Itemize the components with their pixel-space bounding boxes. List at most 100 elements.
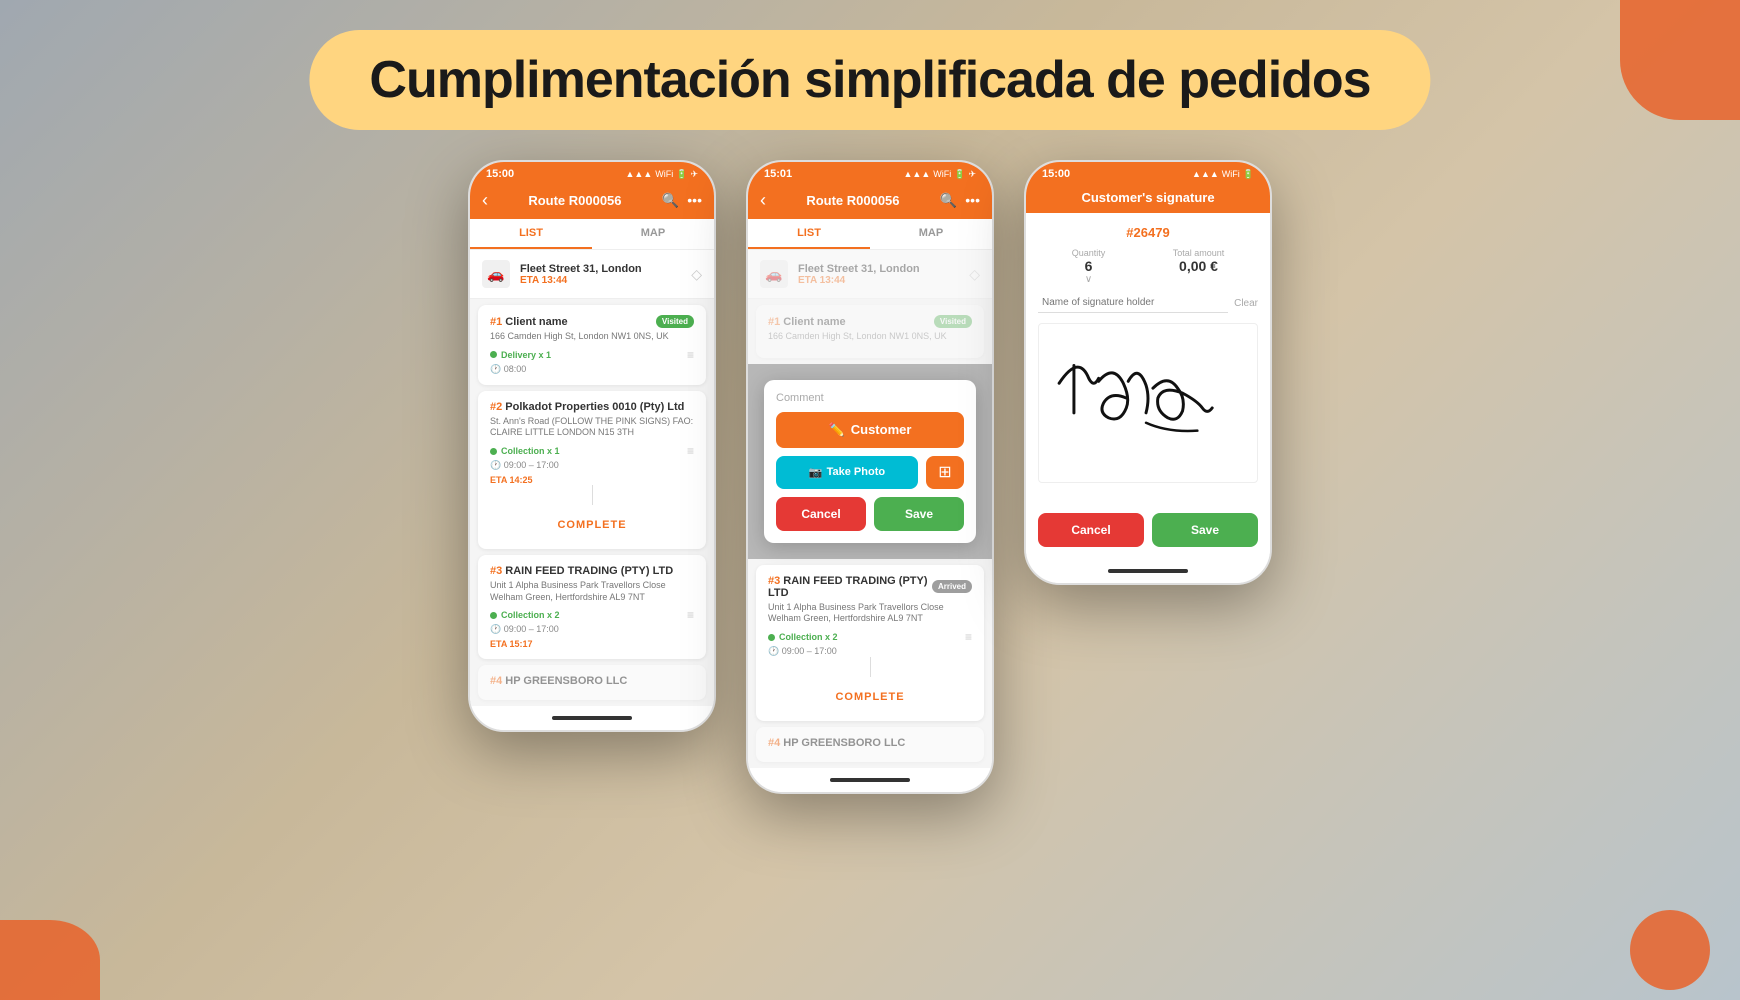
sig-total-label: Total amount (1173, 248, 1225, 258)
phone1-status-icons: ▲▲▲ WiFi 🔋 ✈ (626, 169, 699, 180)
customer-button[interactable]: ✏️ Customer (776, 412, 964, 448)
phone1-location-name: Fleet Street 31, London (520, 263, 681, 275)
phone3-sig-content: #26479 Quantity 6 ∨ Total amount 0,00 € … (1026, 213, 1270, 505)
phone1-stop1-menu[interactable]: ≡ (687, 348, 694, 362)
phone2-status-bar: 15:01 ▲▲▲ WiFi 🔋 ✈ (748, 162, 992, 184)
phone1-location-icon: 🚗 (482, 260, 510, 288)
camera-icon: 📷 (809, 466, 823, 479)
phone2-stop4-header: #4 HP GREENSBORO LLC (768, 737, 972, 749)
sig-cancel-button[interactable]: Cancel (1038, 513, 1144, 547)
phone2-stop3-collection: Collection x 2 (779, 632, 838, 642)
phone1-diamond-icon: ◇ (691, 266, 702, 283)
phone2-stop4-title: #4 HP GREENSBORO LLC (768, 737, 905, 749)
phone1-home-bar (552, 716, 632, 720)
gallery-button[interactable]: ⊞ (926, 456, 964, 489)
phone2-back-icon[interactable]: ‹ (760, 190, 766, 211)
phone2-home (748, 768, 992, 792)
phone1-stop-2[interactable]: #2 Polkadot Properties 0010 (Pty) Ltd St… (478, 391, 706, 549)
phone2-status-icons: ▲▲▲ WiFi 🔋 ✈ (904, 169, 977, 180)
phone2-location-row: 🚗 Fleet Street 31, London ETA 13:44 ◇ (748, 250, 992, 299)
phone1-location-eta: ETA 13:44 (520, 275, 681, 286)
phone1-tab-map[interactable]: MAP (592, 219, 714, 249)
phone2-stop3-menu[interactable]: ≡ (965, 630, 972, 644)
phone2-tab-bar: LIST MAP (748, 219, 992, 250)
phone2-home-bar (830, 778, 910, 782)
sig-quantity-label: Quantity (1072, 248, 1106, 258)
page-title: Cumplimentación simplificada de pedidos (369, 50, 1370, 110)
phone1-stop2-menu[interactable]: ≡ (687, 444, 694, 458)
modal-action-row: Cancel Save (776, 497, 964, 531)
phone2-location-icon: 🚗 (760, 260, 788, 288)
phone2-stop-3[interactable]: #3 RAIN FEED TRADING (PTY) LTD Arrived U… (756, 565, 984, 721)
phone2-location-name: Fleet Street 31, London (798, 263, 959, 275)
phone3-status-bar: 15:00 ▲▲▲ WiFi 🔋 (1026, 162, 1270, 184)
phone1-complete-btn[interactable]: COMPLETE (490, 509, 694, 539)
deco-circle-br (1630, 910, 1710, 990)
phone1-content: 🚗 Fleet Street 31, London ETA 13:44 ◇ #1… (470, 250, 714, 706)
photo-row: 📷 Take Photo ⊞ (776, 456, 964, 489)
phone1-stop-1[interactable]: #1 Client name Visited 166 Camden High S… (478, 305, 706, 385)
comment-label: Comment (776, 392, 964, 404)
phone2-nav-actions: 🔍 ••• (940, 192, 980, 209)
phone3-nav-bar: Customer's signature (1026, 184, 1270, 213)
comment-modal: Comment ✏️ Customer 📷 Take Photo ⊞ (764, 380, 976, 543)
sig-svg (1039, 324, 1257, 482)
phone2-tab-list[interactable]: LIST (748, 219, 870, 249)
phone1-divider (592, 485, 593, 505)
title-banner: Cumplimentación simplificada de pedidos (309, 30, 1430, 130)
sig-order-num: #26479 (1038, 225, 1258, 240)
sig-clear-btn[interactable]: Clear (1234, 298, 1258, 309)
phone2-stop-1: #1 Client name Visited 166 Camden High S… (756, 305, 984, 358)
take-photo-button[interactable]: 📷 Take Photo (776, 456, 918, 489)
phone1-search-icon[interactable]: 🔍 (662, 192, 679, 209)
phone2-stop3-time: 🕐 09:00 – 17:00 (768, 646, 972, 657)
phone1-stop2-eta: ETA 14:25 (490, 475, 694, 485)
phone2-stop3-title: #3 RAIN FEED TRADING (PTY) LTD (768, 575, 932, 599)
sig-canvas[interactable] (1038, 323, 1258, 483)
phone1-stop1-dot (490, 351, 497, 358)
phone3-footer-btns: Cancel Save (1026, 505, 1270, 559)
phone1-stop-3[interactable]: #3 RAIN FEED TRADING (PTY) LTD Unit 1 Al… (478, 555, 706, 659)
phone2-diamond-icon: ◇ (969, 266, 980, 283)
phone2-complete-btn[interactable]: COMPLETE (768, 681, 972, 711)
phone2-stop3-dot (768, 634, 775, 641)
phone1-nav-title: Route R000056 (528, 193, 621, 208)
cancel-button[interactable]: Cancel (776, 497, 866, 531)
phones-container: 15:00 ▲▲▲ WiFi 🔋 ✈ ‹ Route R000056 🔍 •••… (468, 160, 1272, 794)
sig-chevron: ∨ (1072, 274, 1106, 285)
phone1-nav-bar: ‹ Route R000056 🔍 ••• (470, 184, 714, 219)
save-button[interactable]: Save (874, 497, 964, 531)
sig-name-row: Clear (1038, 293, 1258, 313)
phone2-stop3-address: Unit 1 Alpha Business Park Travellors Cl… (768, 602, 972, 625)
phone1-stop3-menu[interactable]: ≡ (687, 608, 694, 622)
phone2-stop3-meta: Collection x 2 ≡ (768, 630, 972, 644)
phone1-stop3-collection: Collection x 2 (501, 610, 560, 620)
phone2-tab-map[interactable]: MAP (870, 219, 992, 249)
phone1-back-icon[interactable]: ‹ (482, 190, 488, 211)
phone1-stop3-meta: Collection x 2 ≡ (490, 608, 694, 622)
phone1-more-icon[interactable]: ••• (687, 192, 702, 209)
phone1-stop4-header: #4 HP GREENSBORO LLC (490, 675, 694, 687)
phone2-stop1-address: 166 Camden High St, London NW1 0NS, UK (768, 331, 972, 343)
phone3-status-icons: ▲▲▲ WiFi 🔋 (1192, 169, 1254, 180)
phone2-search-icon[interactable]: 🔍 (940, 192, 957, 209)
phone1-stop2-dot (490, 448, 497, 455)
phone1-tab-list[interactable]: LIST (470, 219, 592, 249)
phone-1: 15:00 ▲▲▲ WiFi 🔋 ✈ ‹ Route R000056 🔍 •••… (468, 160, 716, 732)
phone1-location-text: Fleet Street 31, London ETA 13:44 (520, 263, 681, 286)
phone1-stop3-address: Unit 1 Alpha Business Park Travellors Cl… (490, 580, 694, 603)
sig-name-input[interactable] (1038, 293, 1228, 313)
phone1-time: 15:00 (486, 168, 514, 180)
sig-save-button[interactable]: Save (1152, 513, 1258, 547)
phone2-divider (870, 657, 871, 677)
phone2-stop1-title: #1 Client name (768, 316, 846, 328)
sig-quantity: Quantity 6 ∨ (1072, 248, 1106, 285)
phone1-stop1-badge: Visited (656, 315, 694, 328)
phone2-more-icon[interactable]: ••• (965, 192, 980, 209)
phone1-stop2-address: St. Ann's Road (FOLLOW THE PINK SIGNS) F… (490, 416, 694, 439)
phone1-stop1-title: #1 Client name (490, 316, 568, 328)
phone2-location-eta: ETA 13:44 (798, 275, 959, 286)
phone1-stop3-eta: ETA 15:17 (490, 639, 694, 649)
phone-3: 15:00 ▲▲▲ WiFi 🔋 Customer's signature #2… (1024, 160, 1272, 585)
deco-circle-bl (0, 920, 100, 1000)
